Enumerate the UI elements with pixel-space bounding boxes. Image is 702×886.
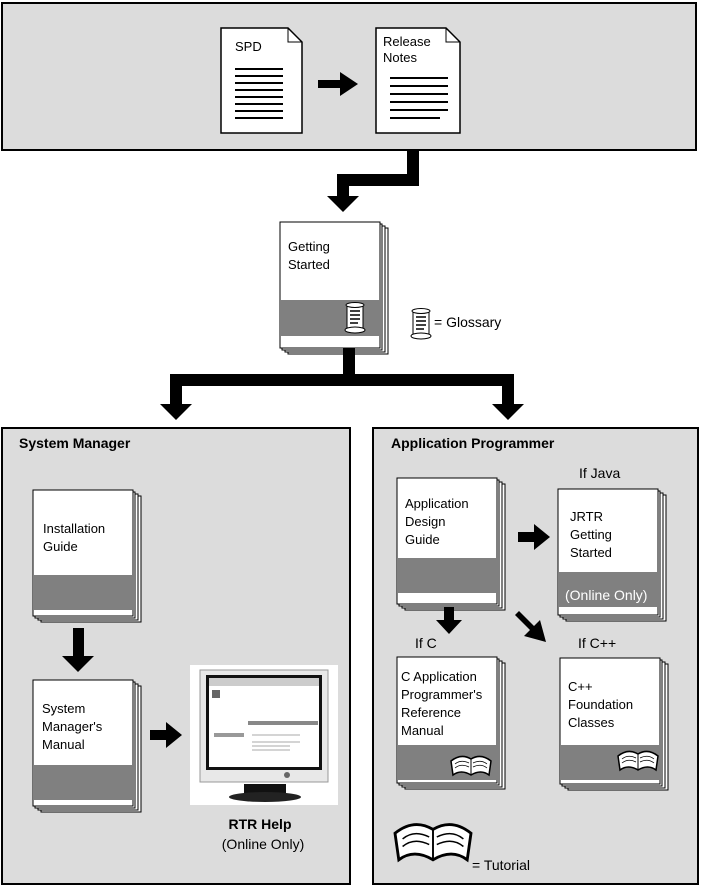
installation-guide-label-1: Installation xyxy=(43,521,105,536)
top-panel xyxy=(1,2,697,151)
manual-label-3: Manual xyxy=(42,737,85,752)
c-ref-label-1: C Application xyxy=(401,669,477,684)
if-java-label: If Java xyxy=(579,465,620,481)
release-notes-label-2: Notes xyxy=(383,50,417,65)
design-guide-label-1: Application xyxy=(405,496,469,511)
glossary-legend-label: = Glossary xyxy=(434,314,501,330)
jrtr-label-3: Started xyxy=(570,545,612,560)
tutorial-legend-label: = Tutorial xyxy=(472,857,530,873)
application-programmer-title: Application Programmer xyxy=(391,435,555,451)
glossary-icon xyxy=(344,301,366,334)
manual-label-1: System xyxy=(42,701,85,716)
c-ref-label-4: Manual xyxy=(401,723,444,738)
cpp-label-1: C++ xyxy=(568,679,593,694)
tutorial-icon xyxy=(450,755,492,776)
getting-started-label-1: Getting xyxy=(288,239,330,254)
spd-document: SPD xyxy=(220,27,303,134)
release-notes-label-1: Release xyxy=(383,34,431,49)
design-guide-label-2: Design xyxy=(405,514,445,529)
tutorial-legend-icon xyxy=(393,823,473,862)
jrtr-note: (Online Only) xyxy=(565,587,647,603)
installation-guide-label-2: Guide xyxy=(43,539,78,554)
jrtr-label-1: JRTR xyxy=(570,509,603,524)
spd-label: SPD xyxy=(235,39,262,54)
c-ref-label-3: Reference xyxy=(401,705,461,720)
installation-guide-book xyxy=(32,489,142,623)
manual-label-2: Manager's xyxy=(42,719,103,734)
getting-started-label-2: Started xyxy=(288,257,330,272)
rtr-help-label: RTR Help xyxy=(229,816,292,832)
jrtr-label-2: Getting xyxy=(570,527,612,542)
cpp-label-3: Classes xyxy=(568,715,615,730)
rtr-help-note: (Online Only) xyxy=(222,836,304,852)
design-guide-label-3: Guide xyxy=(405,532,440,547)
rtr-help-monitor-image xyxy=(190,665,338,805)
documentation-roadmap-diagram: SPD Release Notes Getting Started = Glos… xyxy=(1,2,699,885)
arrow-to-getting-started xyxy=(327,150,419,212)
if-cpp-label: If C++ xyxy=(578,635,616,651)
c-ref-label-2: Programmer's xyxy=(401,687,483,702)
system-manager-title: System Manager xyxy=(19,435,131,451)
tutorial-icon xyxy=(617,750,659,771)
release-notes-document: Release Notes xyxy=(375,27,461,134)
glossary-legend-icon xyxy=(410,307,432,340)
arrow-split xyxy=(160,348,524,420)
cpp-label-2: Foundation xyxy=(568,697,633,712)
if-c-label: If C xyxy=(415,635,437,651)
